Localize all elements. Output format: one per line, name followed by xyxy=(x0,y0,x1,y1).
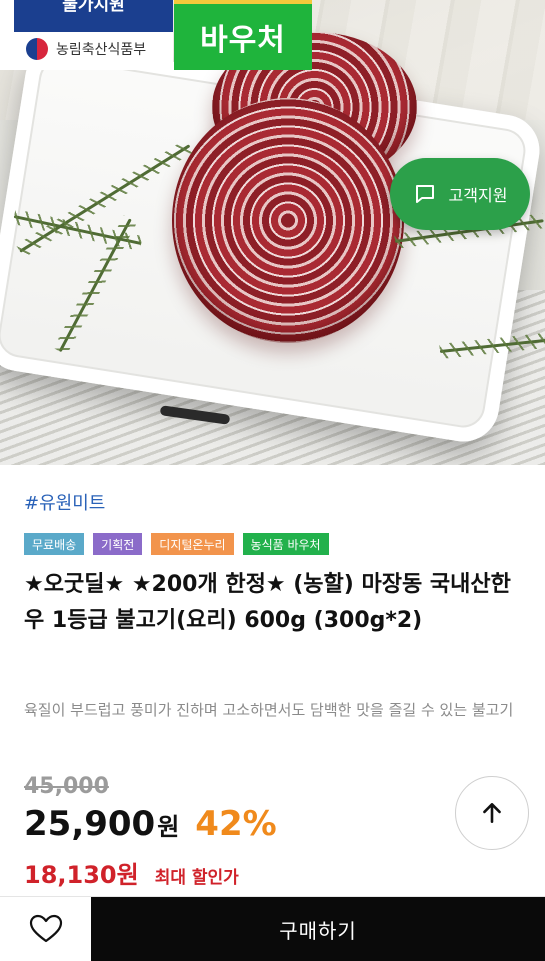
tag-digital-onnuri: 디지털온누리 xyxy=(151,533,234,555)
buy-button[interactable]: 구매하기 xyxy=(91,897,545,961)
government-support-badge: 물가지원 농림축산식품부 xyxy=(0,0,173,70)
price-unit: 원 xyxy=(157,813,180,841)
sale-price-group: 25,900원 xyxy=(24,804,179,844)
brand-link[interactable]: #유원미트 xyxy=(24,489,105,515)
gov-badge-top: 물가지원 xyxy=(14,0,173,32)
sale-price: 25,900 xyxy=(24,804,156,844)
max-discount-price: 18,130원 xyxy=(24,861,139,889)
customer-support-button[interactable]: 고객지원 xyxy=(390,158,530,230)
product-tags: 무료배송 기획전 디지털온누리 농식품 바우처 xyxy=(24,533,329,555)
gov-badge-text: 물가지원 xyxy=(62,0,125,15)
arrow-up-icon xyxy=(483,803,501,823)
scroll-to-top-button[interactable] xyxy=(455,776,529,850)
tag-food-voucher: 농식품 바우처 xyxy=(242,533,329,555)
discount-rate: 42% xyxy=(195,804,277,844)
tag-special-event: 기획전 xyxy=(93,533,143,555)
product-title: ★오굿딜★ ★200개 한정★ (농할) 마장동 국내산한우 1등급 불고기(요… xyxy=(24,572,511,633)
price-row: 25,900원 42% xyxy=(24,804,277,844)
gov-agency-name: 농림축산식품부 xyxy=(56,42,147,58)
bottom-action-bar: 구매하기 xyxy=(0,896,545,961)
max-discount-row: 18,130원 최대 할인가 xyxy=(24,855,239,890)
original-price: 45,000 xyxy=(24,774,109,799)
product-image: 물가지원 농림축산식품부 바우처 xyxy=(0,0,545,465)
voucher-badge: 바우처 xyxy=(174,0,312,70)
max-discount-label: 최대 할인가 xyxy=(154,868,239,888)
chat-bubble-icon xyxy=(415,185,434,203)
product-description: 육질이 부드럽고 풍미가 진하며 고소하면서도 담백한 맛을 즐길 수 있는 불… xyxy=(24,701,514,719)
heart-icon xyxy=(29,914,62,943)
tag-free-shipping: 무료배송 xyxy=(24,533,85,555)
customer-support-label: 고객지원 xyxy=(448,186,508,205)
government-emblem-icon xyxy=(26,38,48,60)
meat-roll-front xyxy=(172,98,404,343)
wishlist-button[interactable] xyxy=(0,897,91,961)
gov-agency-row: 농림축산식품부 xyxy=(26,36,146,62)
